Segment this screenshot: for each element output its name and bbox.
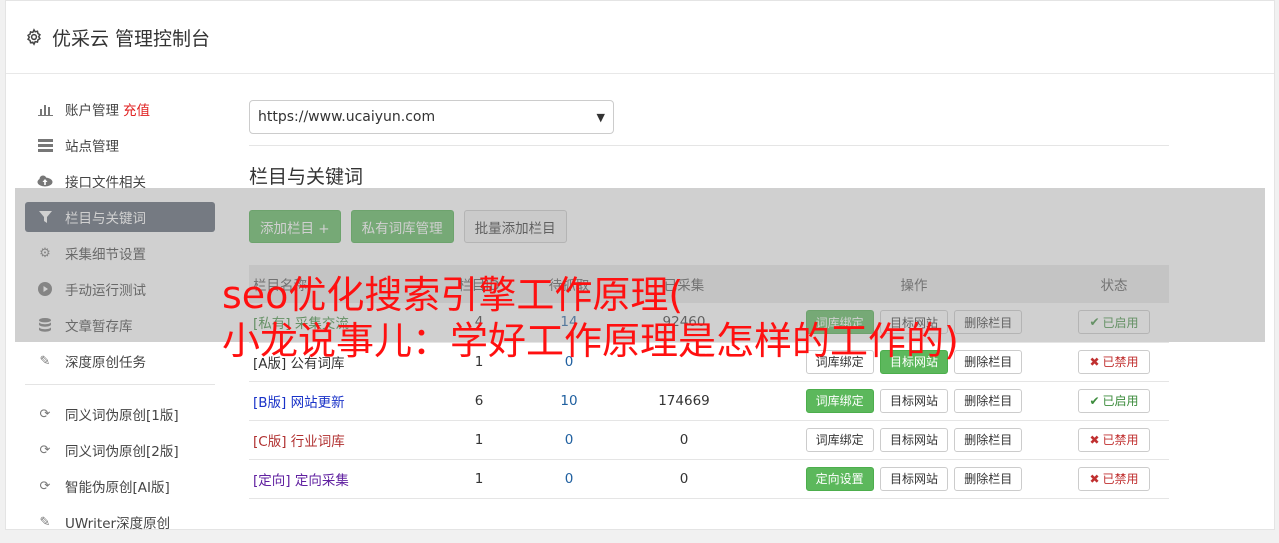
- status-toggle[interactable]: ✔ 已启用: [1078, 388, 1150, 413]
- table-row: [定向] 定向采集 1 0 0 定向设置 目标网站 删除栏目 ✖ 已禁用: [249, 459, 1169, 498]
- collected-count: 0: [679, 470, 689, 487]
- cross-icon: ✖: [1089, 354, 1100, 369]
- cross-icon: ✖: [1089, 471, 1100, 486]
- sidebar-item-label: 同义词伪原创[2版]: [65, 444, 179, 460]
- app-header: 优采云 管理控制台: [6, 1, 1274, 74]
- status-label: 已禁用: [1102, 433, 1139, 447]
- sidebar-item-label: 深度原创任务: [65, 355, 146, 371]
- target-site-button[interactable]: 目标网站: [879, 388, 948, 413]
- status-label: 已禁用: [1102, 472, 1139, 486]
- delete-column-button[interactable]: 删除栏目: [954, 427, 1023, 452]
- server-icon: [37, 137, 53, 153]
- check-icon: ✔: [1089, 393, 1100, 408]
- status-toggle[interactable]: ✖ 已禁用: [1078, 349, 1150, 374]
- status-label: 已禁用: [1102, 355, 1139, 369]
- status-toggle[interactable]: ✖ 已禁用: [1078, 466, 1150, 491]
- edit-icon: ✎: [39, 514, 51, 530]
- recharge-link[interactable]: 充值: [123, 99, 150, 119]
- cross-icon: ✖: [1089, 432, 1100, 447]
- sidebar-item-synonym-v1[interactable]: ⟳ 同义词伪原创[1版]: [25, 399, 215, 429]
- site-select[interactable]: https://www.ucaiyun.com ▼: [249, 100, 614, 134]
- column-id: 1: [474, 431, 484, 448]
- sidebar-item-synonym-v2[interactable]: ⟳ 同义词伪原创[2版]: [25, 435, 215, 465]
- watermark-text: seo优化搜索引擎工作原理( 小龙说事儿：学好工作原理是怎样的工作的): [222, 272, 1082, 364]
- sidebar-item-ai-rewrite[interactable]: ⟳ 智能伪原创[AI版]: [25, 471, 215, 501]
- target-site-button[interactable]: 目标网站: [879, 427, 948, 452]
- divider: [249, 145, 1169, 146]
- sidebar-divider: [25, 384, 215, 385]
- bind-lib-button[interactable]: 词库绑定: [805, 427, 874, 452]
- pending-count[interactable]: 10: [539, 381, 599, 420]
- target-site-button[interactable]: 目标网站: [879, 466, 948, 491]
- refresh-icon: ⟳: [39, 406, 51, 422]
- row-actions: 定向设置 目标网站 删除栏目: [769, 459, 1059, 498]
- status-label: 已启用: [1102, 394, 1139, 408]
- sidebar-item-sites[interactable]: 站点管理: [25, 130, 215, 160]
- refresh-icon: ⟳: [39, 478, 51, 494]
- bar-chart-icon: [37, 101, 53, 117]
- bind-lib-button[interactable]: 词库绑定: [805, 388, 874, 413]
- watermark-line-2: 小龙说事儿：学好工作原理是怎样的工作的): [222, 319, 959, 363]
- column-name-link[interactable]: [B版] 网站更新: [249, 381, 419, 420]
- table-row: [B版] 网站更新 6 10 174669 词库绑定 目标网站 删除栏目 ✔ 已启…: [249, 381, 1169, 420]
- app-title: 优采云 管理控制台: [52, 27, 211, 50]
- column-id: 6: [474, 392, 484, 409]
- sidebar-item-account[interactable]: 账户管理 充值: [25, 94, 215, 124]
- edit-icon: ✎: [39, 353, 51, 369]
- sidebar-item-deep-original[interactable]: ✎ 深度原创任务: [25, 346, 215, 376]
- watermark-line-1: seo优化搜索引擎工作原理(: [222, 273, 684, 317]
- table-row: [C版] 行业词库 1 0 0 词库绑定 目标网站 删除栏目 ✖ 已禁用: [249, 420, 1169, 459]
- sidebar-item-label: 站点管理: [65, 139, 119, 155]
- delete-column-button[interactable]: 删除栏目: [954, 388, 1023, 413]
- directed-settings-button[interactable]: 定向设置: [805, 466, 874, 491]
- column-id: 1: [474, 470, 484, 487]
- pending-count[interactable]: 0: [539, 420, 599, 459]
- gear-icon: [27, 28, 41, 46]
- collected-count: 174669: [658, 392, 710, 409]
- status-toggle[interactable]: ✖ 已禁用: [1078, 427, 1150, 452]
- collected-count: 0: [679, 431, 689, 448]
- sidebar-item-label: 同义词伪原创[1版]: [65, 408, 179, 424]
- sidebar-item-label: 账户管理: [65, 103, 119, 119]
- row-actions: 词库绑定 目标网站 删除栏目: [769, 381, 1059, 420]
- site-select-value: https://www.ucaiyun.com: [258, 109, 436, 125]
- row-actions: 词库绑定 目标网站 删除栏目: [769, 420, 1059, 459]
- pending-count[interactable]: 0: [539, 459, 599, 498]
- column-name-link[interactable]: [定向] 定向采集: [249, 459, 419, 498]
- refresh-icon: ⟳: [39, 442, 51, 458]
- section-title: 栏目与关键词: [249, 166, 364, 188]
- sidebar-item-label: UWriter深度原创: [65, 516, 171, 532]
- delete-column-button[interactable]: 删除栏目: [954, 466, 1023, 491]
- sidebar-item-uwriter[interactable]: ✎ UWriter深度原创: [25, 507, 215, 537]
- chevron-down-icon: ▼: [596, 110, 605, 124]
- column-name-link[interactable]: [C版] 行业词库: [249, 420, 419, 459]
- cloud-upload-icon: [37, 173, 53, 189]
- sidebar-item-label: 智能伪原创[AI版]: [65, 480, 170, 496]
